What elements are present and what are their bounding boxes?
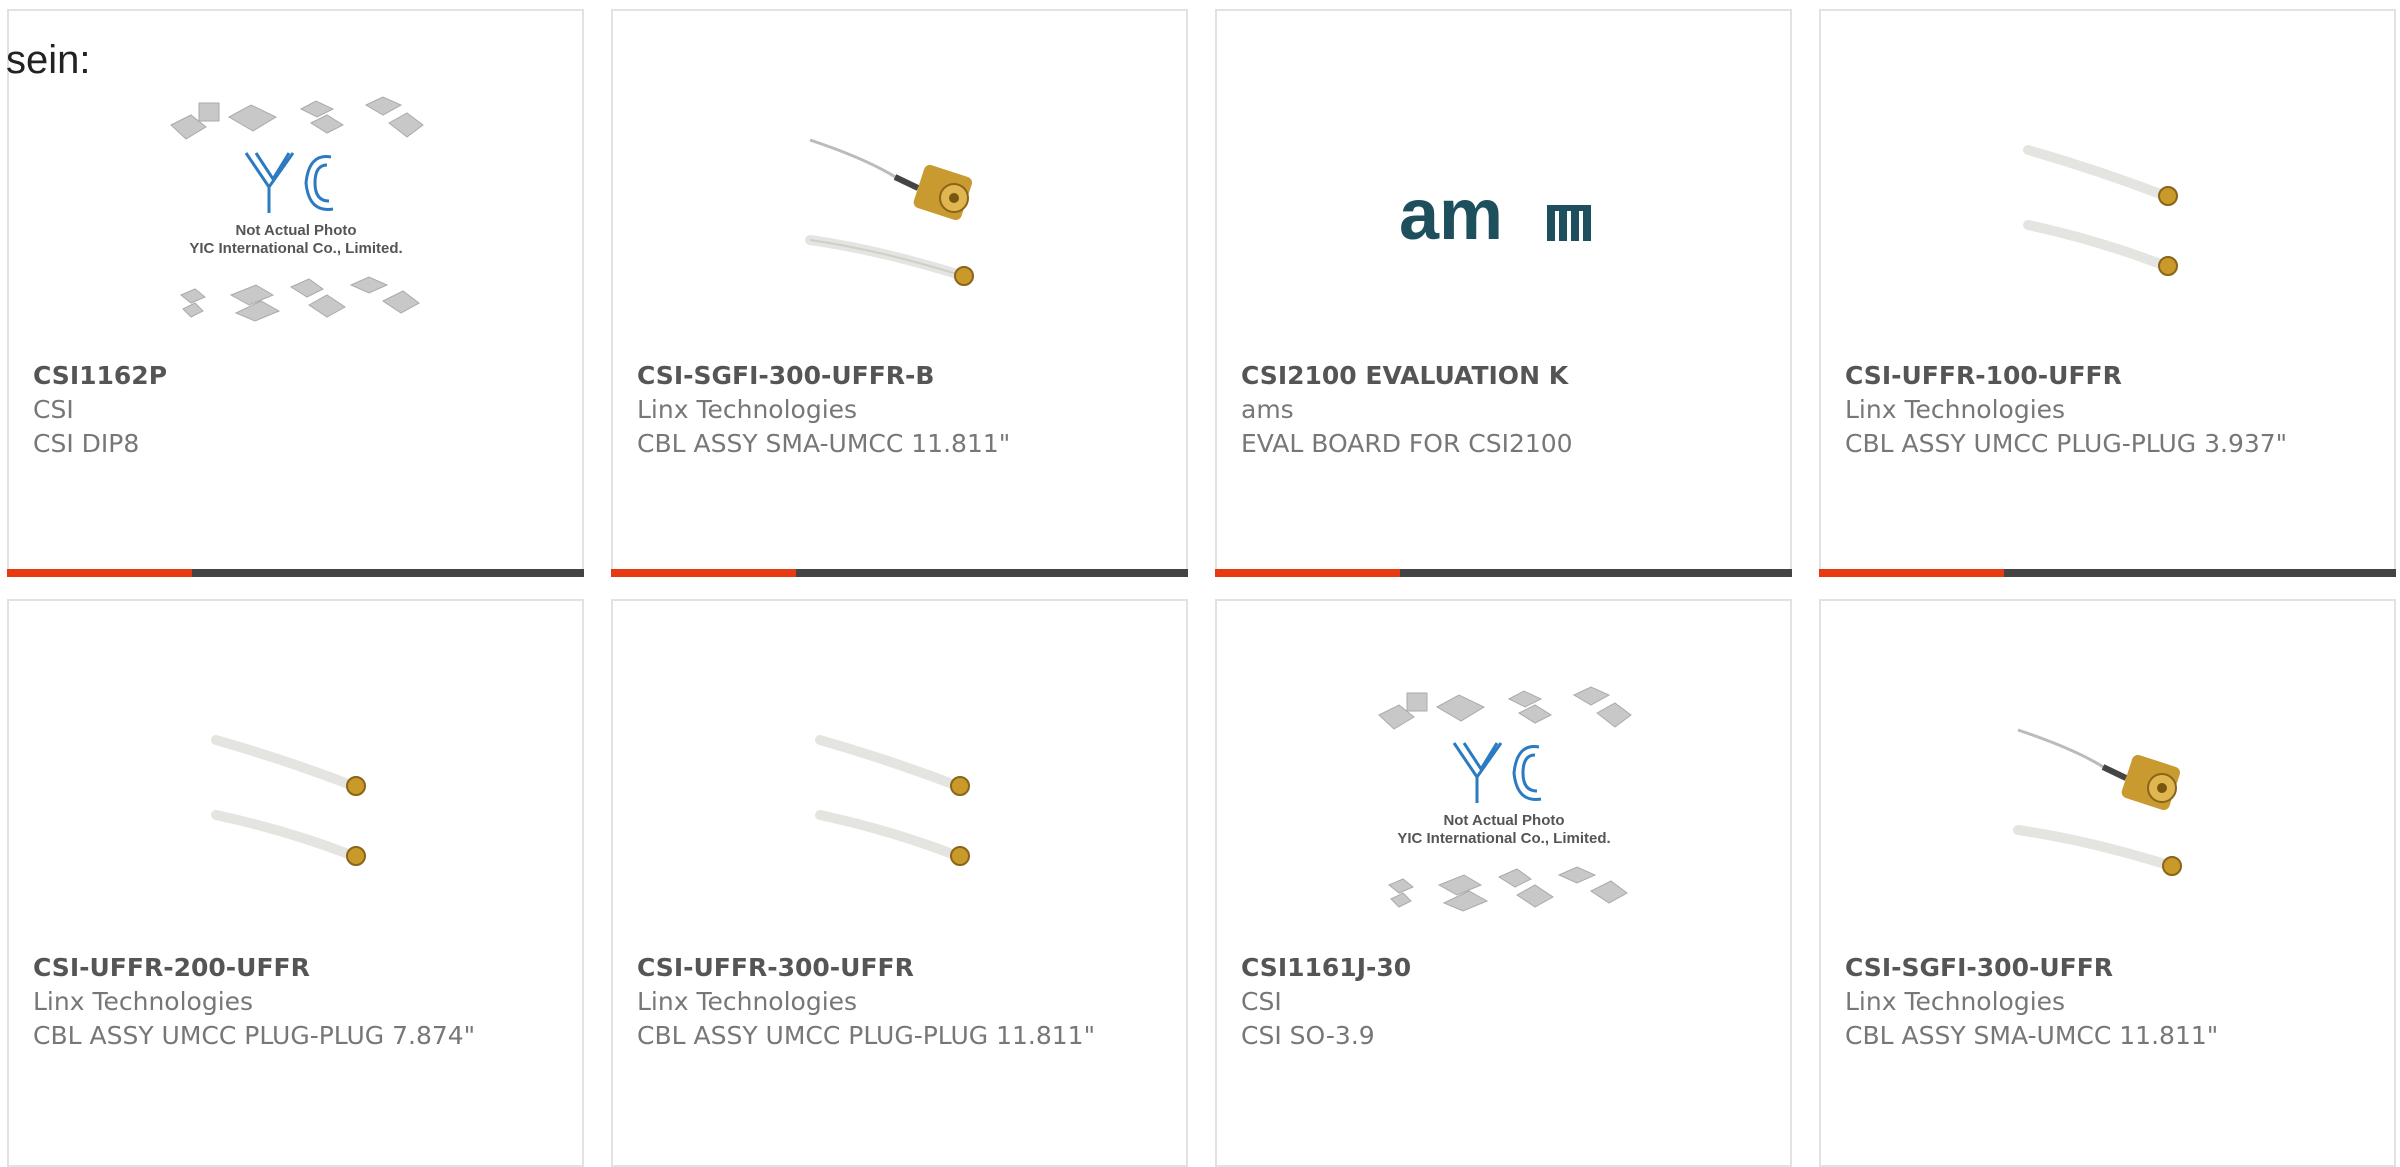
manufacturer: Linx Technologies <box>637 395 858 424</box>
description: CBL ASSY UMCC PLUG-PLUG 7.874" <box>33 1021 476 1050</box>
card-bar-accent <box>1819 569 2004 577</box>
product-image: Not Actual Photo YIC International Co., … <box>9 85 582 355</box>
intro-text: sein: <box>6 38 91 82</box>
manufacturer: ams <box>1241 395 1294 424</box>
product-card[interactable]: Not Actual Photo YIC International Co., … <box>1215 599 1792 1167</box>
part-number[interactable]: CSI-UFFR-200-UFFR <box>33 951 558 985</box>
product-card[interactable]: CSI-UFFR-100-UFFR Linx Technologies CBL … <box>1819 9 2396 577</box>
umcc-cable-icon <box>814 735 970 866</box>
product-image <box>613 675 1186 945</box>
product-image <box>9 675 582 945</box>
placeholder-photo-icon: Not Actual Photo YIC International Co., … <box>1377 686 1632 912</box>
svg-text:YIC International Co., Limited: YIC International Co., Limited. <box>1397 830 1610 847</box>
card-bar <box>611 569 1188 577</box>
manufacturer: Linx Technologies <box>1845 987 2066 1016</box>
description: CBL ASSY SMA-UMCC 11.811" <box>1845 1021 2219 1050</box>
part-number[interactable]: CSI2100 EVALUATION K <box>1241 359 1766 393</box>
svg-text:YIC International Co., Limited: YIC International Co., Limited. <box>189 240 402 257</box>
part-number[interactable]: CSI-UFFR-100-UFFR <box>1845 359 2370 393</box>
sma-cable-icon <box>804 138 974 286</box>
umcc-cable-icon <box>210 735 366 866</box>
card-bar-accent <box>611 569 796 577</box>
part-number[interactable]: CSI-UFFR-300-UFFR <box>637 951 1162 985</box>
placeholder-photo-icon: Not Actual Photo YIC International Co., … <box>169 96 424 322</box>
card-bar <box>1819 569 2396 577</box>
product-image <box>1821 85 2394 355</box>
product-card[interactable]: CSI-UFFR-300-UFFR Linx Technologies CBL … <box>611 599 1188 1167</box>
umcc-cable-icon <box>2022 145 2178 276</box>
manufacturer: Linx Technologies <box>33 987 254 1016</box>
card-bar <box>1215 569 1792 577</box>
product-image <box>1821 675 2394 945</box>
ams-logo-icon: am <box>1399 185 1591 255</box>
product-grid: Not Actual Photo YIC International Co., … <box>0 0 2400 1167</box>
svg-text:Not Actual Photo: Not Actual Photo <box>1443 812 1564 829</box>
sma-cable-icon <box>2012 728 2182 876</box>
product-image: am <box>1217 85 1790 355</box>
product-card[interactable]: CSI-SGFI-300-UFFR-B Linx Technologies CB… <box>611 9 1188 577</box>
part-number[interactable]: CSI-SGFI-300-UFFR-B <box>637 359 1162 393</box>
product-card[interactable]: CSI-SGFI-300-UFFR Linx Technologies CBL … <box>1819 599 2396 1167</box>
description: CSI DIP8 <box>33 429 140 458</box>
svg-text:am: am <box>1399 185 1503 255</box>
product-card[interactable]: am CSI2100 EVALUATION K ams EVAL BOARD F… <box>1215 9 1792 577</box>
description: CBL ASSY UMCC PLUG-PLUG 11.811" <box>637 1021 1096 1050</box>
description: EVAL BOARD FOR CSI2100 <box>1241 429 1573 458</box>
product-card[interactable]: CSI-UFFR-200-UFFR Linx Technologies CBL … <box>7 599 584 1167</box>
description: CBL ASSY UMCC PLUG-PLUG 3.937" <box>1845 429 2288 458</box>
product-image: Not Actual Photo YIC International Co., … <box>1217 675 1790 945</box>
description: CBL ASSY SMA-UMCC 11.811" <box>637 429 1011 458</box>
manufacturer: Linx Technologies <box>1845 395 2066 424</box>
part-number[interactable]: CSI1162P <box>33 359 558 393</box>
manufacturer: CSI <box>33 395 74 424</box>
description: CSI SO-3.9 <box>1241 1021 1375 1050</box>
product-card[interactable]: Not Actual Photo YIC International Co., … <box>7 9 584 577</box>
manufacturer: Linx Technologies <box>637 987 858 1016</box>
svg-text:Not Actual Photo: Not Actual Photo <box>235 222 356 239</box>
part-number[interactable]: CSI1161J-30 <box>1241 951 1766 985</box>
product-image <box>613 85 1186 355</box>
card-bar <box>7 569 584 577</box>
card-bar-accent <box>1215 569 1400 577</box>
manufacturer: CSI <box>1241 987 1282 1016</box>
card-bar-accent <box>7 569 192 577</box>
part-number[interactable]: CSI-SGFI-300-UFFR <box>1845 951 2370 985</box>
